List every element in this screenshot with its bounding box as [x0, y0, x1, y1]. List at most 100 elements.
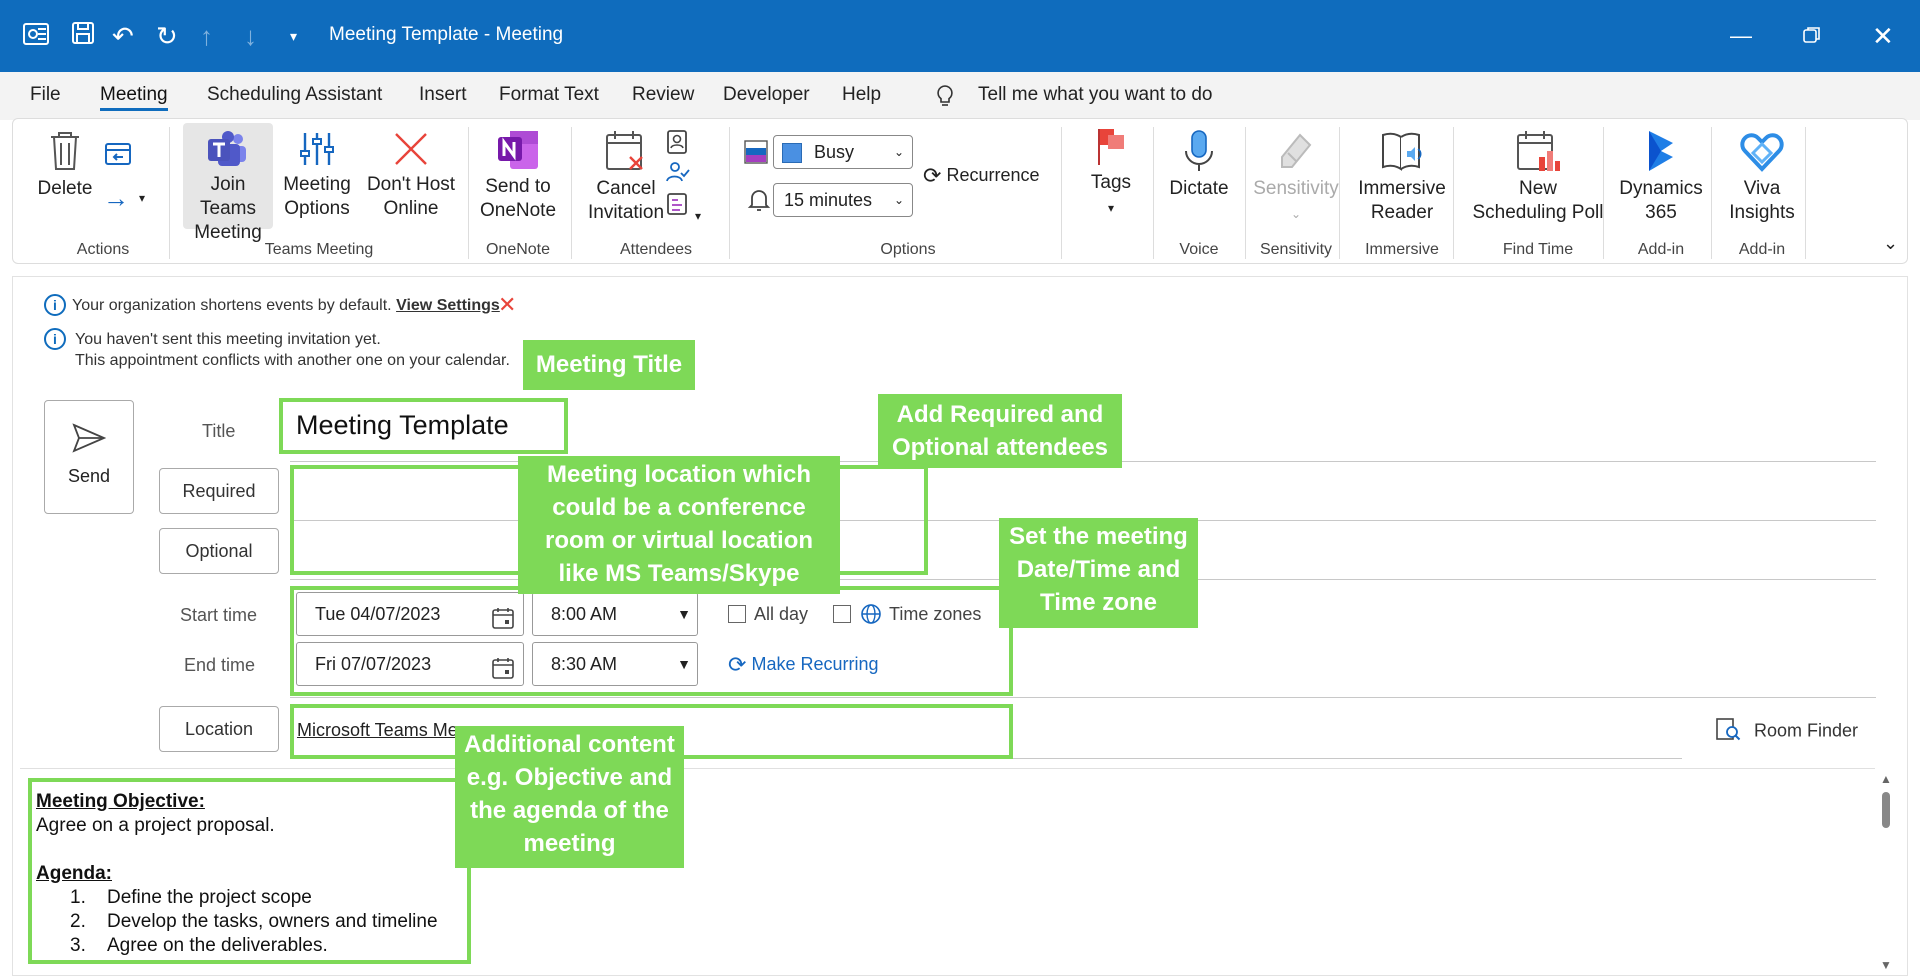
send-icon	[72, 423, 107, 453]
onenote-label-1: Send to	[485, 176, 551, 197]
onenote-label-2: OneNote	[479, 200, 557, 221]
dictate-label: Dictate	[1169, 178, 1229, 199]
group-add-in-dynamics: Add-in	[1637, 241, 1685, 258]
room-finder-button[interactable]: Room Finder	[1715, 716, 1858, 747]
up-arrow-icon[interactable]: ↑	[200, 20, 213, 52]
info-icon-2: i	[44, 328, 66, 350]
dismiss-info-icon[interactable]: ✕	[498, 292, 516, 318]
immersive-reader-button[interactable]: Immersive Reader	[1347, 129, 1457, 225]
group-immersive: Immersive	[1365, 241, 1439, 258]
ribbon-collapse-icon[interactable]: ⌄	[1883, 233, 1898, 254]
close-icon[interactable]: ✕	[1872, 20, 1894, 52]
tab-scheduling-assistant[interactable]: Scheduling Assistant	[207, 84, 382, 106]
info-icon: i	[44, 294, 66, 316]
tab-review[interactable]: Review	[632, 84, 694, 106]
save-icon[interactable]	[70, 20, 96, 53]
ribbon: Delete → ▾ Actions Join Teams Meeting Me…	[12, 118, 1908, 264]
down-arrow-icon[interactable]: ↓	[244, 20, 257, 52]
location-button[interactable]: Location	[159, 706, 279, 752]
required-button[interactable]: Required	[159, 468, 279, 514]
restore-icon[interactable]	[1802, 20, 1822, 52]
title-highlight-box	[279, 398, 568, 454]
window-title: Meeting Template - Meeting	[329, 24, 564, 45]
delete-label: Delete	[37, 178, 93, 199]
new-scheduling-poll-button[interactable]: New Scheduling Poll	[1461, 129, 1615, 225]
forward-dropdown-icon[interactable]: ▾	[139, 191, 145, 205]
tags-button[interactable]: Tags ▾	[1071, 125, 1151, 220]
recurrence-button[interactable]: ⟳ Recurrence	[923, 163, 1040, 189]
tab-file[interactable]: File	[30, 84, 61, 106]
dont-host-label-1: Don't Host	[366, 174, 456, 195]
send-to-onenote-button[interactable]: Send to OneNote	[475, 129, 561, 223]
forward-icon[interactable]: →	[103, 183, 129, 214]
send-button[interactable]: Send	[44, 400, 134, 514]
start-time-label: Start time	[180, 605, 258, 625]
scrollbar-thumb[interactable]	[1882, 792, 1890, 828]
cancel-invitation-label-2: Invitation	[587, 202, 665, 223]
optional-button[interactable]: Optional	[159, 528, 279, 574]
tab-insert[interactable]: Insert	[419, 84, 467, 106]
group-onenote: OneNote	[485, 241, 551, 258]
show-as-select[interactable]: Busy ⌄	[773, 135, 913, 169]
join-teams-label-2: Meeting	[194, 222, 262, 243]
minimize-icon[interactable]: —	[1730, 20, 1752, 52]
dynamics-365-button[interactable]: Dynamics 365	[1613, 129, 1709, 225]
group-attendees: Attendees	[619, 241, 693, 258]
check-names-icon[interactable]	[665, 159, 691, 190]
content-highlight-box	[28, 778, 471, 964]
menu-bar: File Meeting Scheduling Assistant Insert…	[0, 72, 1920, 120]
tab-help[interactable]: Help	[842, 84, 881, 106]
show-as-value: Busy	[814, 142, 855, 162]
title-bar: ↶ ↻ ↑ ↓ ▾ Meeting Template - Meeting — ✕	[0, 0, 1920, 72]
busy-color-swatch	[782, 143, 802, 163]
calendar-forward-icon[interactable]	[103, 139, 133, 172]
room-finder-label: Room Finder	[1754, 720, 1859, 741]
cancel-invitation-label-1: Cancel	[596, 178, 656, 199]
sensitivity-button[interactable]: Sensitivity ⌄	[1249, 129, 1343, 226]
outlook-logo-icon	[22, 20, 50, 55]
join-teams-label-1: Join Teams	[200, 174, 256, 219]
response-options-icon[interactable]	[665, 191, 691, 222]
group-options: Options	[880, 241, 936, 258]
immersive-label-1: Immersive	[1358, 178, 1446, 199]
info-line-2: You haven't sent this meeting invitation…	[75, 331, 381, 348]
address-book-icon[interactable]	[665, 129, 689, 160]
send-label: Send	[67, 466, 111, 486]
tab-format-text[interactable]: Format Text	[499, 84, 599, 106]
reminder-chevron-icon: ⌄	[893, 193, 904, 207]
cancel-invitation-button[interactable]: Cancel Invitation	[581, 129, 671, 225]
redo-icon[interactable]: ↻	[156, 20, 178, 52]
callout-meeting-title: Meeting Title	[523, 340, 695, 390]
dont-host-label-2: Online	[383, 198, 439, 219]
group-actions: Actions	[76, 241, 130, 258]
body-scrollbar[interactable]: ▲ ▼	[1878, 770, 1894, 972]
group-teams-meeting: Teams Meeting	[264, 241, 374, 258]
show-as-icon	[743, 139, 769, 170]
scroll-down-icon[interactable]: ▼	[1880, 958, 1892, 972]
viva-insights-button[interactable]: Viva Insights	[1717, 129, 1807, 225]
tags-dropdown-icon: ▾	[1107, 201, 1115, 215]
sensitivity-label: Sensitivity	[1253, 178, 1339, 199]
room-finder-icon	[1715, 716, 1741, 747]
tell-me-search[interactable]: Tell me what you want to do	[978, 84, 1212, 106]
tab-meeting[interactable]: Meeting	[100, 84, 168, 111]
dynamics-label-2: 365	[1645, 202, 1677, 223]
response-options-dropdown-icon[interactable]: ▾	[695, 209, 701, 223]
dont-host-online-button[interactable]: Don't Host Online	[363, 129, 459, 221]
dictate-button[interactable]: Dictate	[1161, 129, 1237, 201]
datetime-highlight-box	[290, 586, 1013, 696]
reminder-select[interactable]: 15 minutes ⌄	[773, 183, 913, 217]
delete-button[interactable]: Delete	[35, 129, 95, 201]
undo-icon[interactable]: ↶	[112, 20, 134, 52]
join-teams-meeting-button[interactable]: Join Teams Meeting	[183, 129, 273, 245]
reminder-value: 15 minutes	[784, 190, 873, 210]
tab-developer[interactable]: Developer	[723, 84, 810, 106]
view-settings-link[interactable]: View Settings	[396, 297, 500, 314]
customize-toolbar-icon[interactable]: ▾	[290, 20, 297, 52]
meeting-options-button[interactable]: Meeting Options	[275, 129, 359, 221]
viva-label-1: Viva	[1743, 178, 1781, 199]
recurrence-icon: ⟳	[923, 163, 942, 188]
show-as-chevron-icon: ⌄	[893, 145, 904, 159]
sensitivity-dropdown-icon: ⌄	[1290, 207, 1302, 221]
scroll-up-icon[interactable]: ▲	[1880, 772, 1892, 786]
